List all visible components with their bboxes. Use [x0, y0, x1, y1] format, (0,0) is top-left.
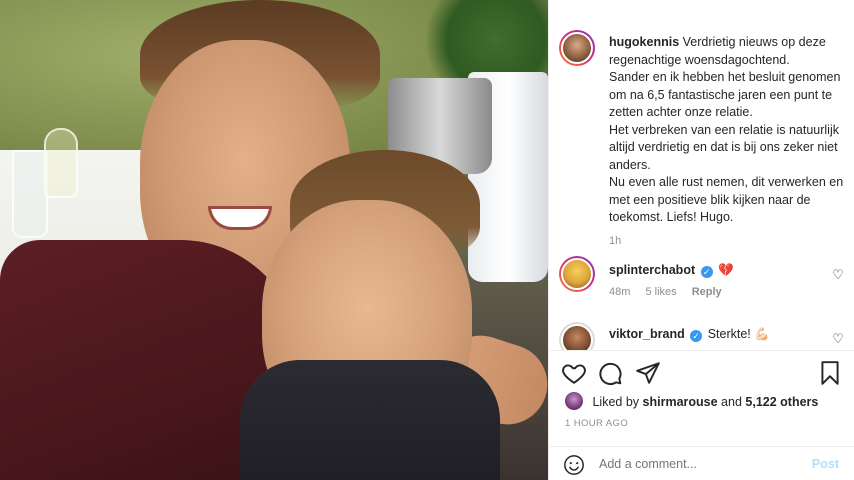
comment-like-heart-icon[interactable]: ♡	[831, 268, 845, 282]
commenter-username[interactable]: splinterchabot	[609, 263, 695, 277]
post-comment-button[interactable]: Post	[812, 457, 839, 471]
comment-text: Sterkte! 💪🏻	[707, 327, 770, 341]
commenter-avatar[interactable]	[559, 256, 595, 292]
add-comment-bar: Post	[549, 446, 854, 480]
comment-content: splinterchabot ✓ 💔 48m 5 likes Reply	[609, 262, 845, 301]
person-2-shirt	[240, 360, 500, 480]
post-timestamp[interactable]: 1 HOUR AGO	[565, 418, 628, 429]
post-photo[interactable]	[0, 0, 548, 480]
comment-time[interactable]: 48m	[609, 286, 630, 298]
wine-glass	[12, 150, 48, 238]
likes-and: and	[721, 395, 742, 409]
author-avatar[interactable]	[559, 30, 595, 66]
share-icon[interactable]	[635, 360, 661, 386]
emoji-icon[interactable]	[563, 454, 585, 476]
caption-text: Verdrietig nieuws op deze regenachtige w…	[609, 35, 844, 224]
comment-meta: 48m 5 likes Reply	[609, 284, 845, 302]
comment-input[interactable]	[599, 457, 789, 471]
caption-block: hugokennis Verdrietig nieuws op deze reg…	[609, 34, 845, 250]
liker-avatar[interactable]	[565, 392, 583, 410]
comment-icon[interactable]	[597, 360, 623, 386]
action-bar	[549, 350, 854, 394]
comment-like-heart-icon[interactable]: ♡	[831, 332, 845, 346]
comment-text: 💔	[718, 263, 734, 277]
comment-content: viktor_brand ✓ Sterkte! 💪🏻	[609, 326, 845, 344]
wine-glass-2	[44, 128, 78, 198]
heart-icon[interactable]	[561, 360, 587, 386]
caption-time[interactable]: 1h	[609, 233, 845, 251]
comment-likes[interactable]: 5 likes	[645, 286, 676, 298]
reply-button[interactable]: Reply	[692, 286, 722, 298]
verified-badge-icon: ✓	[690, 330, 703, 342]
verified-badge-icon: ✓	[700, 266, 713, 278]
commenter-username[interactable]: viktor_brand	[609, 327, 685, 341]
likes-summary: Liked by shirmarouse and 5,122 others	[565, 392, 844, 412]
commenter-avatar[interactable]	[559, 322, 595, 350]
likes-prefix: Liked by	[592, 395, 640, 409]
bookmark-icon[interactable]	[817, 360, 843, 386]
likes-count[interactable]: 5,122 others	[745, 395, 818, 409]
liker-username[interactable]: shirmarouse	[643, 395, 718, 409]
post-side-panel: hugokennis Verdrietig nieuws op deze reg…	[548, 0, 854, 480]
comments-scroll-area[interactable]: hugokennis Verdrietig nieuws op deze reg…	[549, 0, 854, 350]
author-username[interactable]: hugokennis	[609, 35, 679, 49]
